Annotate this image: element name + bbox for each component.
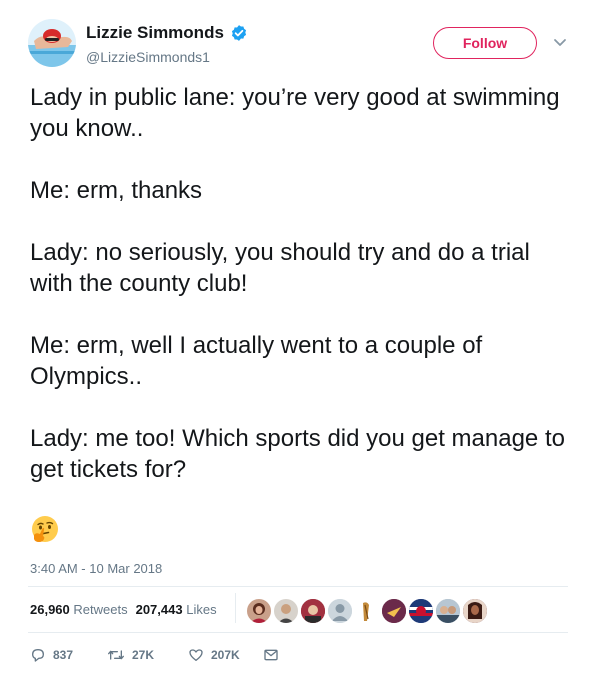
reply-icon: [31, 649, 44, 662]
stats-divider: [235, 593, 236, 623]
likes-count: 207,443: [135, 602, 183, 617]
retweet-icon: [107, 650, 124, 660]
likes-label: Likes: [186, 602, 217, 617]
author-handle[interactable]: @LizzieSimmonds1: [86, 49, 210, 65]
swimmer-avatar-icon: [28, 19, 76, 67]
liker-avatar[interactable]: [246, 598, 272, 624]
divider: [28, 632, 568, 633]
direct-message-action[interactable]: [263, 645, 286, 665]
retweet-count: 27K: [132, 648, 155, 662]
liker-avatar[interactable]: [462, 598, 488, 624]
reply-action[interactable]: 837: [30, 645, 73, 665]
liker-avatar[interactable]: [408, 598, 434, 624]
tweet-paragraph: Lady in public lane: you’re very good at…: [30, 84, 560, 142]
tweet-paragraph: Me: erm, well I actually went to a coupl…: [30, 332, 483, 390]
tweet-card: Lizzie Simmonds @LizzieSimmonds1 Follow …: [0, 0, 598, 675]
heart-icon: [189, 649, 203, 661]
liker-avatar[interactable]: [354, 598, 380, 624]
envelope-icon: [264, 649, 278, 661]
reply-count: 837: [53, 648, 74, 662]
liker-avatar[interactable]: [300, 598, 326, 624]
thinking-face-emoji: [32, 516, 58, 542]
like-count: 207K: [211, 648, 240, 662]
follow-button[interactable]: Follow: [433, 27, 537, 59]
author-name[interactable]: Lizzie Simmonds: [86, 23, 224, 43]
likes-stat[interactable]: 207,443 Likes: [136, 602, 217, 617]
retweets-stat[interactable]: 26,960 Retweets: [30, 602, 128, 617]
tweet-paragraph: Lady: no seriously, you should try and d…: [30, 239, 530, 297]
liker-avatar[interactable]: [273, 598, 299, 624]
retweets-label: Retweets: [73, 602, 128, 617]
divider: [28, 586, 568, 587]
liker-avatar[interactable]: [435, 598, 461, 624]
tweet-text: Lady in public lane: you’re very good at…: [30, 82, 570, 516]
chevron-down-icon[interactable]: [553, 38, 567, 48]
tweet-timestamp[interactable]: 3:40 AM - 10 Mar 2018: [30, 561, 162, 576]
author-avatar[interactable]: [28, 19, 76, 67]
liker-avatar[interactable]: [327, 598, 353, 624]
liker-avatar[interactable]: [381, 598, 407, 624]
retweet-action[interactable]: 27K: [107, 645, 154, 665]
tweet-paragraph: Lady: me too! Which sports did you get m…: [30, 425, 565, 483]
retweets-count: 26,960: [30, 602, 70, 617]
like-action[interactable]: 207K: [188, 645, 240, 665]
engagement-stats: 26,960 Retweets 207,443 Likes: [30, 602, 217, 617]
tweet-paragraph: Me: erm, thanks: [30, 177, 203, 204]
verified-badge-icon: [231, 25, 247, 41]
